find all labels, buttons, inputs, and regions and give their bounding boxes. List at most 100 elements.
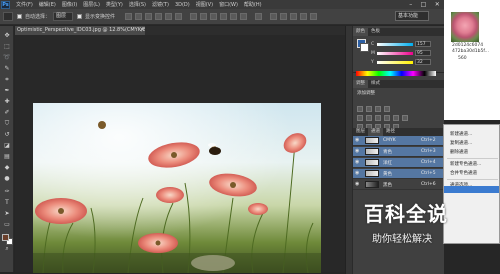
eraser-tool-icon[interactable]: ◪ [3, 142, 11, 149]
move-tool-icon[interactable]: ✥ [3, 32, 11, 39]
distribute-middle-icon[interactable] [200, 13, 208, 20]
menu-file[interactable]: 文件(F) [16, 1, 33, 8]
color-balance-icon[interactable] [375, 115, 381, 121]
maximize-button[interactable]: □ [421, 1, 427, 8]
channel-row-black[interactable]: ◉ 黑色 Ctrl+6 [353, 180, 445, 190]
align-top-icon[interactable] [125, 13, 133, 20]
distribute-right-icon[interactable] [240, 13, 248, 20]
menu-item-new-spot-channel[interactable]: 新建专色通道... [450, 161, 481, 167]
tab-channels[interactable]: 通道 [368, 128, 383, 136]
photo-filter-icon[interactable] [393, 115, 399, 121]
slider-y[interactable] [377, 61, 413, 64]
menu-item-merge-spot-channel[interactable]: 合并专色通道 [450, 170, 477, 176]
align-right-icon[interactable] [175, 13, 183, 20]
menu-item-highlighted[interactable] [444, 186, 499, 193]
close-icon[interactable]: ✕ [140, 26, 146, 35]
slider-c-value[interactable]: 157 [415, 41, 431, 47]
dodge-tool-icon[interactable]: ● [3, 175, 11, 182]
3d-scale-icon[interactable] [310, 13, 318, 20]
3d-rotate-icon[interactable] [280, 13, 288, 20]
tab-color[interactable]: 颜色 [353, 28, 368, 36]
gradient-tool-icon[interactable]: ▤ [3, 153, 11, 160]
levels-icon[interactable] [366, 106, 372, 112]
menu-type[interactable]: 类型(Y) [106, 1, 123, 8]
zoom-tool-icon[interactable]: ⌕ [3, 245, 11, 252]
exposure-icon[interactable] [384, 106, 390, 112]
black-white-icon[interactable] [384, 115, 390, 121]
menu-edit[interactable]: 编辑(E) [39, 1, 56, 8]
auto-align-icon[interactable] [255, 13, 263, 20]
auto-select-checkbox[interactable] [17, 14, 22, 19]
align-center-icon[interactable] [165, 13, 173, 20]
menu-window[interactable]: 窗口(W) [219, 1, 238, 8]
lasso-tool-icon[interactable]: ➰ [3, 54, 11, 61]
type-tool-icon[interactable]: T [3, 199, 11, 206]
visibility-eye-icon[interactable]: ◉ [355, 171, 360, 176]
blur-tool-icon[interactable]: ◆ [3, 164, 11, 171]
distribute-bottom-icon[interactable] [210, 13, 218, 20]
healing-brush-tool-icon[interactable]: ✚ [3, 98, 11, 105]
menu-filter[interactable]: 滤镜(T) [152, 1, 169, 8]
vibrance-icon[interactable] [357, 115, 363, 121]
channel-mixer-icon[interactable] [402, 115, 408, 121]
eyedropper-tool-icon[interactable]: ✒ [3, 87, 11, 94]
slider-c[interactable] [377, 43, 413, 46]
auto-select-dropdown[interactable]: 图层 [53, 12, 74, 21]
tab-layers[interactable]: 图层 [353, 128, 368, 136]
visibility-eye-icon[interactable]: ◉ [355, 160, 360, 165]
distribute-center-icon[interactable] [230, 13, 238, 20]
menu-3d[interactable]: 3D(D) [175, 2, 190, 8]
foreground-color-swatch[interactable] [2, 234, 9, 241]
hue-saturation-icon[interactable] [366, 115, 372, 121]
history-brush-tool-icon[interactable]: ↺ [3, 131, 11, 138]
menu-layer[interactable]: 图层(L) [83, 1, 100, 8]
workspace-dropdown[interactable]: 基本功能 [395, 11, 429, 21]
quick-select-tool-icon[interactable]: ✎ [3, 65, 11, 72]
menu-item-new-channel[interactable]: 新建通道... [450, 131, 472, 137]
shape-tool-icon[interactable]: ▭ [3, 221, 11, 228]
menu-help[interactable]: 帮助(H) [244, 1, 262, 8]
tab-swatches[interactable]: 色板 [368, 28, 383, 36]
visibility-eye-icon[interactable]: ◉ [355, 149, 360, 154]
marquee-tool-icon[interactable]: ⬚ [3, 43, 11, 50]
3d-slide-icon[interactable] [300, 13, 308, 20]
menu-item-duplicate-channel[interactable]: 复制通道... [450, 140, 472, 146]
slider-m-value[interactable]: 95 [415, 50, 431, 56]
channel-row-cyan[interactable]: ◉ 青色 Ctrl+3 [353, 147, 445, 157]
minimize-button[interactable]: – [409, 1, 412, 8]
brightness-contrast-icon[interactable] [357, 106, 363, 112]
crop-tool-icon[interactable]: ⌗ [3, 76, 11, 83]
align-left-icon[interactable] [155, 13, 163, 20]
menu-item-delete-channel[interactable]: 删除通道 [450, 149, 468, 155]
channel-row-yellow[interactable]: ◉ 黄色 Ctrl+5 [353, 169, 445, 179]
3d-pan-icon[interactable] [290, 13, 298, 20]
close-button[interactable]: ✕ [435, 1, 440, 8]
pen-tool-icon[interactable]: ✑ [3, 188, 11, 195]
curves-icon[interactable] [375, 106, 381, 112]
menu-select[interactable]: 选择(S) [129, 1, 146, 8]
menu-view[interactable]: 视图(V) [196, 1, 213, 8]
flower-photo[interactable] [33, 103, 321, 273]
distribute-left-icon[interactable] [220, 13, 228, 20]
tool-preset-picker[interactable] [3, 12, 13, 21]
3d-mode-icon[interactable] [270, 13, 278, 20]
tab-adjustments[interactable]: 调整 [353, 80, 368, 88]
tab-paths[interactable]: 路径 [383, 128, 398, 136]
slider-y-value[interactable]: 32 [415, 59, 431, 65]
channel-row-magenta[interactable]: ◉ 洋红 Ctrl+4 [353, 158, 445, 168]
visibility-eye-icon[interactable]: ◉ [355, 138, 360, 143]
slider-m[interactable] [377, 52, 413, 55]
visibility-eye-icon[interactable]: ◉ [355, 182, 360, 187]
rose-thumbnail[interactable] [451, 12, 479, 42]
menu-image[interactable]: 图像(I) [62, 1, 77, 8]
tab-styles[interactable]: 样式 [368, 80, 383, 88]
distribute-top-icon[interactable] [190, 13, 198, 20]
clone-stamp-tool-icon[interactable]: ⛉ [3, 120, 11, 127]
align-bottom-icon[interactable] [145, 13, 153, 20]
path-select-tool-icon[interactable]: ➤ [3, 210, 11, 217]
show-transform-checkbox[interactable] [77, 14, 83, 19]
brush-tool-icon[interactable]: ✐ [3, 109, 11, 116]
channel-row-cmyk[interactable]: ◉ CMYK Ctrl+2 [353, 136, 445, 146]
align-middle-icon[interactable] [135, 13, 143, 20]
color-panel-background-swatch[interactable] [360, 43, 369, 52]
